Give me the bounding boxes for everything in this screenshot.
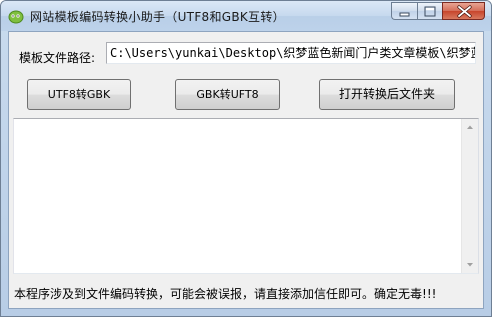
caption-buttons [391, 2, 485, 21]
maximize-button[interactable] [417, 2, 442, 20]
minimize-button[interactable] [391, 2, 417, 20]
app-icon [8, 9, 24, 24]
close-button[interactable] [442, 2, 485, 20]
app-window: 网站模板编码转换小助手（UTF8和GBK互转） 模板文件路径: C:\Users… [0, 0, 492, 317]
arrow-up-icon[interactable] [462, 119, 478, 136]
open-output-folder-button[interactable]: 打开转换后文件夹 [319, 79, 455, 110]
vertical-scrollbar[interactable] [461, 119, 478, 273]
path-input[interactable]: C:\Users\yunkai\Desktop\织梦蓝色新闻门户类文章模板\织梦… [106, 42, 476, 64]
client-area: 模板文件路径: C:\Users\yunkai\Desktop\织梦蓝色新闻门户… [8, 31, 484, 309]
window-title: 网站模板编码转换小助手（UTF8和GBK互转） [30, 10, 285, 24]
minimize-icon [399, 12, 410, 17]
close-icon [457, 5, 472, 18]
utf8-to-gbk-button[interactable]: UTF8转GBK [27, 79, 131, 110]
path-label: 模板文件路径: [19, 51, 96, 65]
gbk-to-utf8-button[interactable]: GBK转UFT8 [175, 79, 280, 110]
title-bar[interactable]: 网站模板编码转换小助手（UTF8和GBK互转） [1, 1, 491, 31]
status-message: 本程序涉及到文件编码转换，可能会被误报，请直接添加信任即可。确定无毒!!! [14, 287, 437, 301]
arrow-down-icon[interactable] [462, 256, 478, 273]
maximize-icon [424, 6, 436, 17]
log-textarea[interactable] [13, 118, 479, 274]
